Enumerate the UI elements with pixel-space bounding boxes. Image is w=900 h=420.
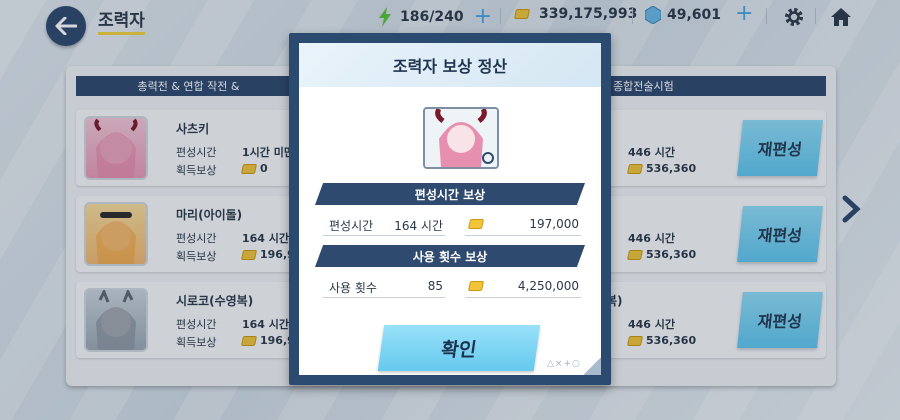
time-value: 164 시간 (394, 219, 443, 233)
credit-icon (467, 281, 485, 291)
time-reward-value: 197,000 (529, 217, 579, 231)
confirm-button[interactable]: 확인 (377, 325, 541, 371)
uses-reward-value: 4,250,000 (517, 279, 579, 293)
time-label: 편성시간 (329, 219, 374, 233)
divider (465, 297, 581, 298)
corner-fold-decoration (583, 357, 601, 375)
section-header-time-reward: 편성시간 보상 (315, 183, 585, 205)
modal-title: 조력자 보상 정산 (299, 43, 601, 87)
uses-label: 사용 횟수 (329, 281, 377, 295)
divider (323, 235, 445, 236)
reward-settlement-modal: 조력자 보상 정산 편성시간 보상 편성시간 164 시간 197,000 사용… (289, 33, 611, 385)
section-header-usage-reward: 사용 횟수 보상 (315, 245, 585, 267)
character-avatar-icon (425, 109, 497, 167)
credit-icon (467, 219, 485, 229)
divider (465, 235, 581, 236)
uses-value: 85 (427, 279, 443, 293)
divider (323, 297, 445, 298)
modal-body: 조력자 보상 정산 편성시간 보상 편성시간 164 시간 197,000 사용… (299, 43, 601, 375)
character-portrait (423, 107, 499, 169)
decorative-shapes: △×+○ (547, 359, 581, 369)
